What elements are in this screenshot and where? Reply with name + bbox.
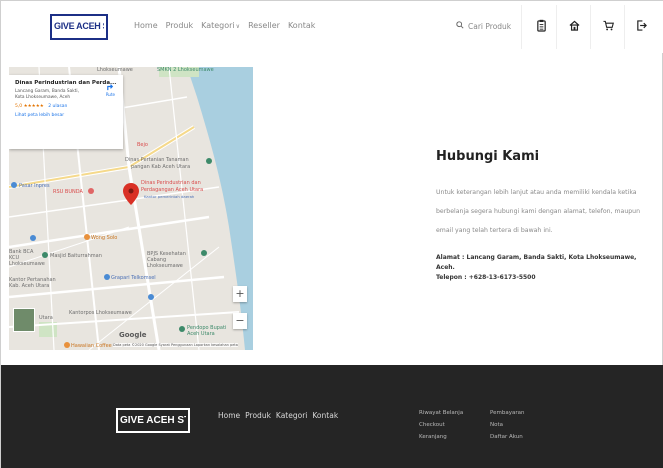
footer-nav-kategori[interactable]: Kategori bbox=[276, 411, 307, 420]
header-divider bbox=[590, 5, 591, 49]
map-label: Dinas Pertanian Tanaman bbox=[125, 157, 189, 163]
contact-address: Alamat : Lancang Garam, Banda Sakti, Kot… bbox=[436, 254, 637, 271]
map-label: Perdagangan Aceh Utara bbox=[141, 187, 204, 193]
search-box[interactable]: Cari Produk bbox=[456, 21, 511, 31]
map-label: Dinas Perindustrian dan bbox=[141, 180, 201, 186]
contact-phone: Telepon : +628-13-6173-5500 bbox=[436, 274, 536, 281]
cart-icon[interactable] bbox=[601, 17, 615, 33]
header-divider bbox=[556, 5, 557, 49]
place-title: Dinas Perindustrian dan Perda... bbox=[15, 80, 117, 86]
route-label: Rute bbox=[105, 92, 115, 97]
login-icon[interactable] bbox=[634, 17, 648, 33]
chevron-down-icon: ∨ bbox=[235, 23, 241, 30]
contact-info: Alamat : Lancang Garam, Banda Sakti, Kot… bbox=[436, 253, 651, 283]
footer-nav-kontak[interactable]: Kontak bbox=[312, 411, 338, 420]
nav-kontak[interactable]: Kontak bbox=[288, 21, 315, 30]
logo[interactable]: GIVE ACEH STORE bbox=[50, 14, 108, 40]
search-placeholder: Cari Produk bbox=[468, 21, 512, 31]
footer-link-daftar-akun[interactable]: Daftar Akun bbox=[490, 431, 524, 443]
footer-link-nota[interactable]: Nota bbox=[490, 419, 524, 431]
place-address: Lancang Garam, Banda Sakti, Kota Lhokseu… bbox=[15, 89, 79, 100]
zoom-out-button[interactable]: − bbox=[233, 313, 247, 329]
map-label: SMKN 2 Lhokseumawe bbox=[157, 67, 214, 73]
nav-reseller[interactable]: Reseller bbox=[248, 21, 280, 30]
map-info-card: Dinas Perindustrian dan Perda... Lancang… bbox=[9, 75, 123, 149]
map-label: Lhokseumawe bbox=[97, 67, 133, 73]
google-map[interactable]: Lhokseumawe SMKN 2 Lhokseumawe Bejo Pasa… bbox=[9, 67, 253, 350]
footer-logo-text: GIVE ACEH STORE bbox=[120, 415, 186, 426]
google-logo: Google bbox=[119, 331, 147, 339]
map-label: Bank BCA KCU Lhokseumawe bbox=[9, 249, 45, 267]
contact-title: Hubungi Kami bbox=[436, 149, 540, 164]
header: GIVE ACEH STORE Home Produk Kategori∨ Re… bbox=[1, 1, 663, 53]
map-label: Grapari Telkomsel bbox=[111, 275, 156, 281]
page: GIVE ACEH STORE Home Produk Kategori∨ Re… bbox=[0, 0, 663, 468]
footer: GIVE ACEH STORE Home Produk Kategori Kon… bbox=[1, 365, 663, 468]
footer-link-pembayaran[interactable]: Pembayaran bbox=[490, 407, 524, 419]
map-label: Kantorpos Lhokseumawe bbox=[69, 310, 132, 316]
footer-nav-home[interactable]: Home bbox=[218, 411, 240, 420]
footer-link-riwayat[interactable]: Riwayat Belanja bbox=[419, 407, 463, 419]
logo-text: GIVE ACEH STORE bbox=[54, 21, 104, 31]
directions-icon bbox=[107, 84, 114, 91]
map-label: BPJS Kesehatan Cabang Lhokseumawe bbox=[147, 251, 186, 269]
map-label: Masjid Baiturrahman bbox=[50, 253, 102, 259]
search-icon bbox=[456, 21, 464, 31]
nav-kategori[interactable]: Kategori∨ bbox=[201, 21, 240, 30]
map-label: Wong Solo bbox=[91, 235, 118, 241]
place-rating: 5,0 ★★★★★ 2 ulasan bbox=[15, 104, 117, 109]
nav-home[interactable]: Home bbox=[134, 21, 158, 30]
map-label: Kantor Pertanahan Kab. Aceh Utara bbox=[9, 277, 56, 289]
reviews-link[interactable]: 2 ulasan bbox=[48, 104, 67, 109]
larger-map-link[interactable]: Lihat peta lebih besar bbox=[15, 113, 117, 118]
map-label: Utara bbox=[39, 315, 53, 321]
map-label: Pendopo Bupati Aceh Utara bbox=[187, 325, 227, 337]
rating-value: 5,0 bbox=[15, 104, 23, 109]
route-button[interactable]: Rute bbox=[106, 82, 115, 97]
zoom-in-button[interactable]: + bbox=[233, 286, 247, 302]
header-divider bbox=[624, 5, 625, 49]
header-divider bbox=[521, 5, 522, 49]
nav-kategori-label: Kategori bbox=[201, 21, 235, 30]
footer-link-checkout[interactable]: Checkout bbox=[419, 419, 463, 431]
contact-description: Untuk keterangan lebih lanjut atau anda … bbox=[436, 189, 641, 234]
footer-link-keranjang[interactable]: Keranjang bbox=[419, 431, 463, 443]
nav-produk[interactable]: Produk bbox=[166, 21, 193, 30]
map-label: Bejo bbox=[137, 142, 148, 148]
footer-logo[interactable]: GIVE ACEH STORE bbox=[116, 408, 190, 433]
home-icon[interactable] bbox=[567, 17, 581, 33]
main-nav: Home Produk Kategori∨ Reseller Kontak bbox=[134, 21, 315, 30]
satellite-toggle[interactable] bbox=[13, 308, 35, 332]
clipboard-icon[interactable] bbox=[534, 17, 548, 33]
map-attribution[interactable]: Data peta ©2020 Google Syarat Penggunaan… bbox=[113, 343, 238, 347]
map-label: pangan Kab Aceh Utara bbox=[131, 164, 191, 170]
footer-links-account: Riwayat Belanja Checkout Keranjang bbox=[419, 407, 463, 443]
footer-nav: Home Produk Kategori Kontak bbox=[218, 411, 338, 420]
map-label: Kantor pemerintah daerah bbox=[144, 194, 195, 199]
map-label: Hawaiian Coffee bbox=[71, 343, 112, 349]
star-icon: ★★★★★ bbox=[23, 104, 44, 109]
map-label: Pasar Inpres bbox=[19, 183, 50, 189]
footer-links-payment: Pembayaran Nota Daftar Akun bbox=[490, 407, 524, 443]
map-label: RSU BUNDA bbox=[53, 189, 83, 195]
footer-nav-produk[interactable]: Produk bbox=[245, 411, 271, 420]
